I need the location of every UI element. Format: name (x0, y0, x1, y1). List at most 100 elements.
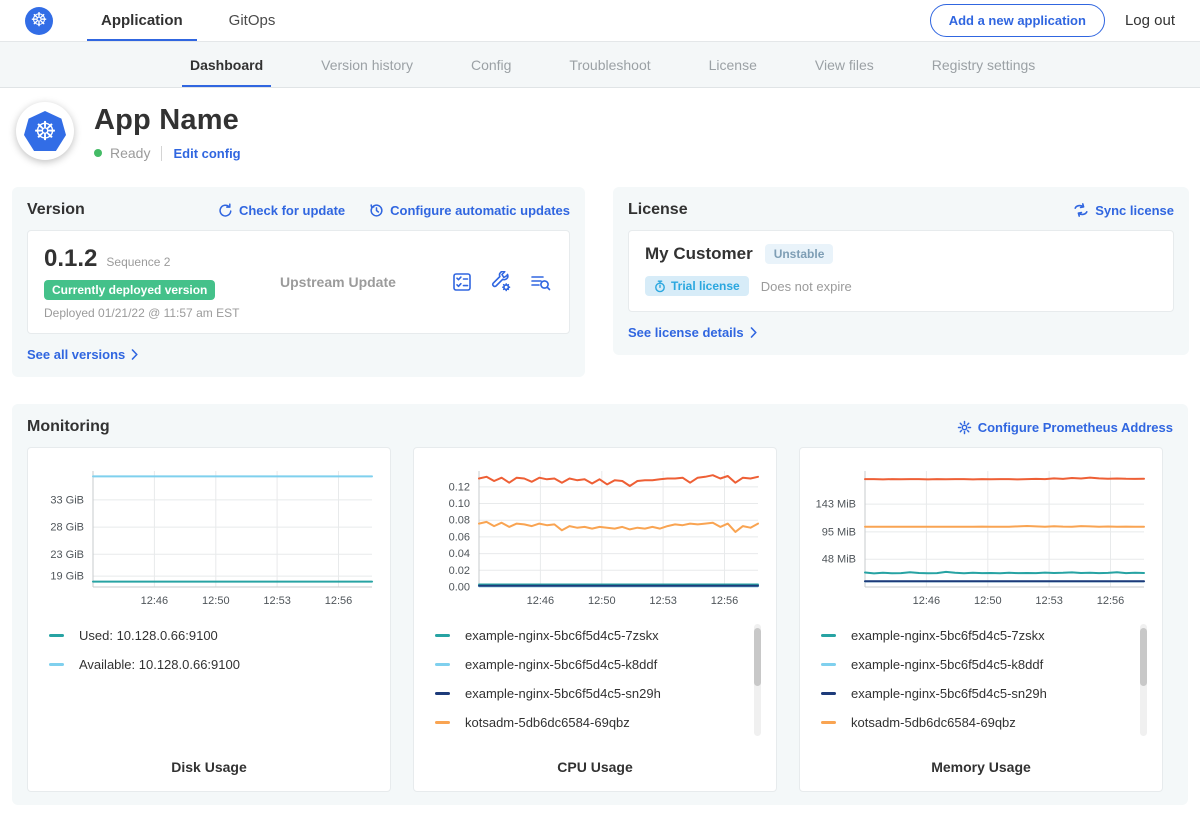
chart-plot: 48 MiB95 MiB143 MiB12:4612:5012:5312:56 (809, 461, 1153, 613)
chevron-right-icon (750, 327, 758, 338)
view-logs-button[interactable] (529, 271, 551, 293)
svg-text:143 MiB: 143 MiB (816, 499, 856, 511)
license-expiry: Does not expire (761, 279, 852, 294)
svg-text:0.04: 0.04 (449, 548, 470, 560)
version-card: Version Check for update Configure autom… (12, 187, 585, 377)
legend-swatch (49, 634, 64, 637)
clock-history-icon (369, 203, 384, 218)
chart-legend: Used: 10.128.0.66:9100 Available: 10.128.… (49, 621, 381, 679)
legend-item: example-nginx-5bc6f5d4c5-7zskx (435, 621, 739, 650)
svg-text:12:50: 12:50 (202, 595, 230, 607)
subnav-tab-license[interactable]: License (707, 42, 759, 87)
license-card-title: License (628, 201, 688, 219)
chart-plot: 19 GiB23 GiB28 GiB33 GiB12:4612:5012:531… (37, 461, 381, 613)
legend-swatch (821, 663, 836, 666)
subnav-tab-registry-settings[interactable]: Registry settings (930, 42, 1037, 87)
app-header: ☸ App Name Ready Edit config (0, 88, 1200, 177)
version-number: 0.1.2 (44, 245, 97, 273)
wrench-gear-icon (490, 271, 512, 293)
license-card: License Sync license My Customer Unstabl… (613, 187, 1189, 355)
see-all-versions-link[interactable]: See all versions (27, 347, 139, 362)
app-sub-nav: Dashboard Version history Config Troublesho… (0, 42, 1200, 88)
svg-text:0.08: 0.08 (449, 515, 470, 527)
version-source: Upstream Update (280, 274, 451, 290)
subnav-tab-config[interactable]: Config (469, 42, 513, 87)
svg-text:12:56: 12:56 (325, 595, 353, 607)
logout-link[interactable]: Log out (1125, 12, 1175, 29)
svg-text:95 MiB: 95 MiB (822, 526, 856, 538)
sync-license-link[interactable]: Sync license (1073, 203, 1174, 218)
chart-card-memory-usage: 48 MiB95 MiB143 MiB12:4612:5012:5312:56e… (799, 447, 1163, 792)
deployed-status-badge: Currently deployed version (44, 280, 215, 300)
legend-item: kotsadm-5db6dc6584-69qbz (821, 708, 1125, 737)
topnav-tab-application[interactable]: Application (87, 0, 197, 41)
sync-icon (1073, 203, 1089, 217)
customer-name: My Customer (645, 244, 753, 264)
legend-swatch (435, 634, 450, 637)
subnav-tab-troubleshoot[interactable]: Troubleshoot (567, 42, 652, 87)
legend-item: Available: 10.128.0.66:9100 (49, 650, 353, 679)
ready-status-dot (94, 149, 102, 157)
legend-label: Available: 10.128.0.66:9100 (79, 657, 240, 672)
legend-label: example-nginx-5bc6f5d4c5-7zskx (851, 628, 1045, 643)
configure-prometheus-link[interactable]: Configure Prometheus Address (957, 420, 1173, 435)
svg-text:12:53: 12:53 (263, 595, 291, 607)
svg-text:0.02: 0.02 (449, 565, 470, 577)
legend-item: Used: 10.128.0.66:9100 (49, 621, 353, 650)
legend-label: example-nginx-5bc6f5d4c5-7zskx (465, 628, 659, 643)
edit-config-link[interactable]: Edit config (173, 146, 240, 161)
legend-scrollbar-track (754, 624, 761, 736)
legend-scrollbar-track (1140, 624, 1147, 736)
legend-item: example-nginx-5bc6f5d4c5-k8ddf (821, 650, 1125, 679)
charts-row: 19 GiB23 GiB28 GiB33 GiB12:4612:5012:531… (27, 447, 1173, 792)
svg-text:28 GiB: 28 GiB (50, 522, 84, 534)
topnav-tab-gitops[interactable]: GitOps (215, 0, 290, 41)
legend-item: example-nginx-5bc6f5d4c5-k8ddf (435, 650, 739, 679)
svg-text:0.12: 0.12 (449, 481, 470, 493)
monitoring-title: Monitoring (27, 418, 110, 436)
svg-text:12:53: 12:53 (649, 595, 677, 607)
page-title: App Name (94, 104, 241, 137)
legend-label: Used: 10.128.0.66:9100 (79, 628, 218, 643)
channel-badge: Unstable (765, 244, 834, 264)
subnav-tab-version-history[interactable]: Version history (319, 42, 415, 87)
chevron-right-icon (131, 349, 139, 360)
version-sequence: Sequence 2 (106, 255, 170, 269)
chart-legend: example-nginx-5bc6f5d4c5-7zskx example-ng… (435, 621, 767, 737)
check-for-update-link[interactable]: Check for update (218, 203, 345, 218)
svg-text:23 GiB: 23 GiB (50, 549, 84, 561)
legend-swatch (49, 663, 64, 666)
subnav-tab-view-files[interactable]: View files (813, 42, 876, 87)
log-search-icon (529, 271, 551, 293)
subnav-tab-dashboard[interactable]: Dashboard (188, 42, 265, 87)
chart-title: Memory Usage (809, 759, 1153, 779)
legend-scrollbar-thumb[interactable] (754, 628, 761, 686)
chart-title: Disk Usage (37, 759, 381, 779)
add-application-button[interactable]: Add a new application (930, 4, 1105, 37)
svg-text:0.00: 0.00 (449, 582, 470, 594)
ready-status-label: Ready (110, 145, 150, 161)
svg-text:48 MiB: 48 MiB (822, 554, 856, 566)
refresh-icon (218, 203, 233, 218)
svg-text:12:50: 12:50 (588, 595, 616, 607)
see-license-details-link[interactable]: See license details (628, 325, 758, 340)
legend-swatch (821, 721, 836, 724)
kubernetes-logo-icon[interactable]: ☸ (25, 7, 53, 35)
legend-scrollbar-thumb[interactable] (1140, 628, 1147, 686)
configure-automatic-updates-link[interactable]: Configure automatic updates (369, 203, 570, 218)
topnav-tabs: Application GitOps (87, 0, 307, 41)
deployed-timestamp: Deployed 01/21/22 @ 11:57 am EST (44, 306, 280, 320)
app-avatar: ☸ (16, 102, 74, 160)
chart-card-cpu-usage: 0.000.020.040.060.080.100.1212:4612:5012… (413, 447, 777, 792)
config-button[interactable] (490, 271, 512, 293)
chart-title: CPU Usage (423, 759, 767, 779)
legend-label: kotsadm-5db6dc6584-69qbz (851, 715, 1016, 730)
svg-text:12:46: 12:46 (913, 595, 941, 607)
legend-swatch (435, 721, 450, 724)
legend-swatch (435, 663, 450, 666)
legend-item: kotsadm-5db6dc6584-69qbz (435, 708, 739, 737)
stopwatch-icon (654, 280, 666, 293)
preflight-checks-button[interactable] (451, 271, 473, 293)
svg-text:0.06: 0.06 (449, 531, 470, 543)
svg-text:12:50: 12:50 (974, 595, 1002, 607)
